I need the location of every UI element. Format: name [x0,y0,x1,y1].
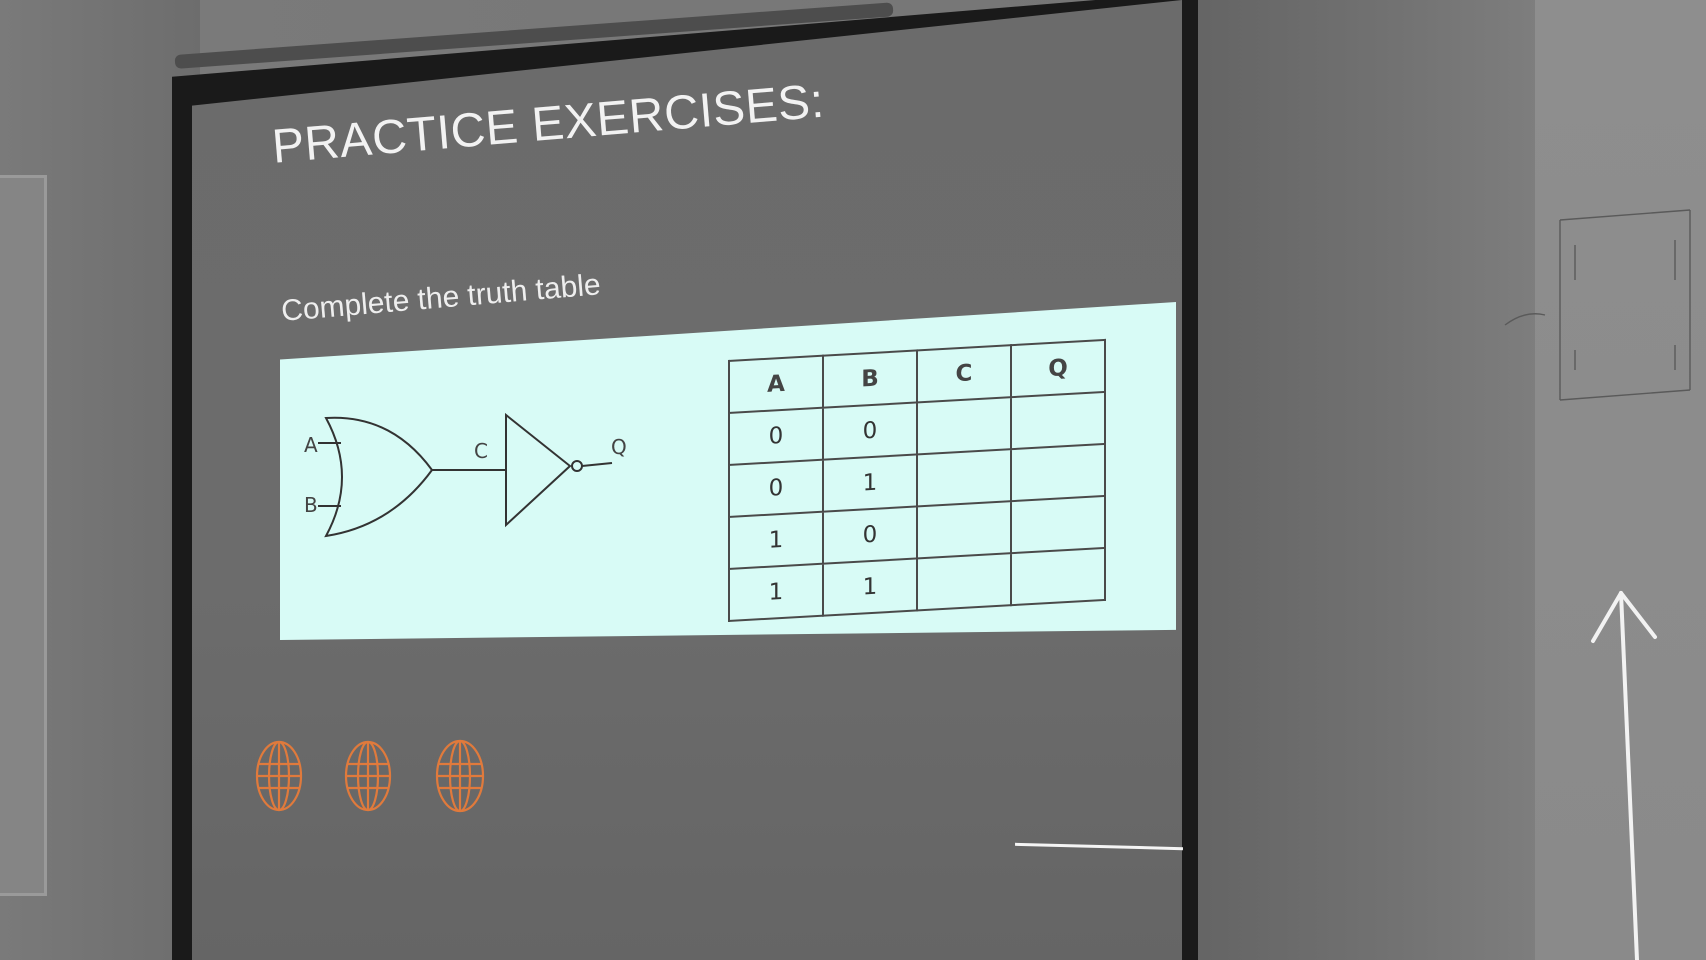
cell-a: 0 [729,407,823,465]
cell-c [917,553,1011,611]
cell-q [1011,547,1105,606]
cell-q [1011,443,1105,502]
header-a: A [729,355,823,413]
cell-a: 0 [729,459,823,517]
label-input-b: B [304,493,318,517]
arrow-up-icon [1591,591,1657,960]
cell-q [1011,495,1105,554]
header-b: B [823,350,917,408]
header-q: Q [1011,339,1105,398]
output-wire [581,462,613,467]
cell-c [917,397,1011,455]
cell-b: 1 [823,454,917,512]
globe-icons [255,739,485,813]
cell-c [917,501,1011,559]
inversion-bubble [571,460,583,472]
not-gate [505,412,572,528]
cell-b: 1 [823,558,917,616]
label-c: C [474,439,488,463]
header-c: C [917,345,1011,403]
cell-q [1011,391,1105,450]
globe-icon [344,740,392,812]
logic-circuit: A B C Q [304,412,627,538]
cell-a: 1 [729,563,823,621]
cell-b: 0 [823,506,917,564]
truth-table: A B C Q 0 0 0 1 1 0 1 1 [728,339,1106,622]
cell-a: 1 [729,511,823,569]
whiteboard-left [0,175,47,896]
or-gate [324,416,434,538]
cell-b: 0 [823,402,917,460]
globe-icon [435,739,485,813]
whiteboard-circuit-sketch [1504,209,1691,401]
globe-icon [255,740,303,812]
cell-c [917,449,1011,507]
label-output-q: Q [611,435,627,459]
label-input-a: A [304,433,318,457]
